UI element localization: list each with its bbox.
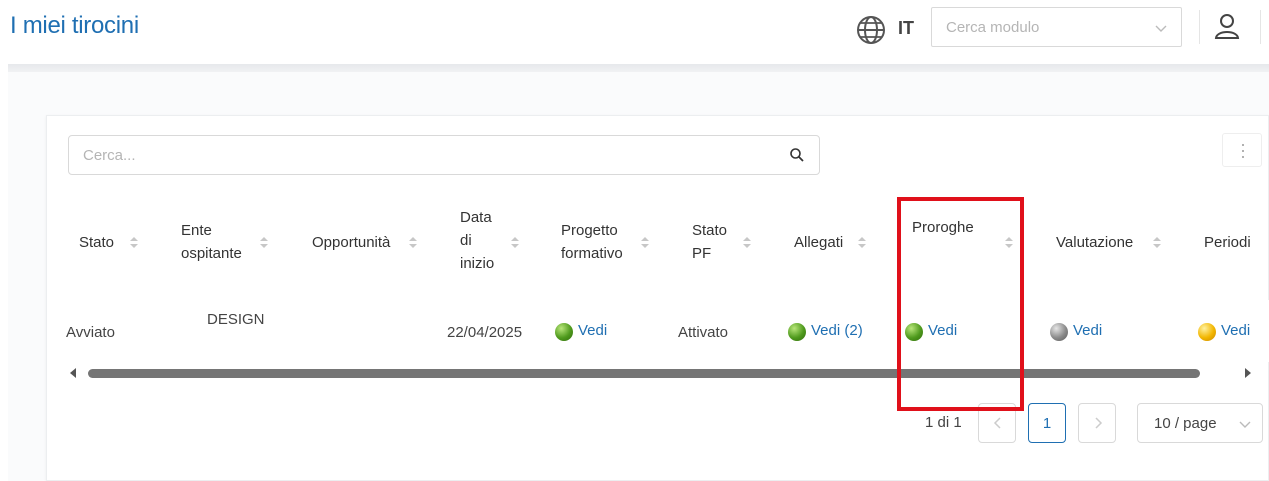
sort-icon[interactable] [640,236,650,250]
sort-icon[interactable] [259,236,269,250]
chevron-down-icon [1239,421,1251,428]
header-line: ospitante [181,245,242,262]
horizontal-scrollbar[interactable] [88,369,1200,378]
cell-ente: DESIGN [207,311,265,328]
divider [1199,10,1200,44]
column-header-data-inizio[interactable]: Data di inizio [460,206,494,275]
header-line: Progetto [561,222,618,239]
status-gray-icon [1050,323,1068,341]
chevron-down-icon [1155,25,1167,32]
valutazione-vedi-link[interactable]: Vedi [1073,322,1102,339]
progetto-vedi-link[interactable]: Vedi [578,322,607,339]
sort-icon[interactable] [129,236,139,250]
cell-stato-pf: Attivato [678,324,729,341]
header-line: Ente [181,222,212,239]
column-header-valutazione[interactable]: Valutazione [1056,231,1133,254]
page-1-button[interactable]: 1 [1028,403,1066,443]
sort-icon[interactable] [857,236,867,250]
page-title: I miei tirocini [10,12,139,39]
chevron-right-icon [1095,417,1103,429]
scroll-right-arrow-icon[interactable] [1245,368,1251,378]
header-line: Stato [692,222,728,239]
chevron-left-icon [993,417,1001,429]
search-icon[interactable] [789,147,805,163]
cell-data-inizio: 22/04/2025 [447,324,523,341]
page-number: 1 [1042,415,1052,432]
page-size-value: 10 / page [1154,415,1217,432]
allegati-vedi-link[interactable]: Vedi (2) [811,322,863,339]
dot [1242,144,1244,146]
search-placeholder: Cerca... [83,147,136,164]
cell-stato: Avviato [66,324,115,341]
periodi-vedi-link[interactable]: Vedi [1221,322,1250,339]
status-yellow-icon [1198,323,1216,341]
header-line: di [460,232,472,249]
header-line: inizio [460,255,495,272]
scroll-left-arrow-icon[interactable] [70,368,76,378]
column-header-stato-pf[interactable]: Stato PF [692,219,727,265]
column-header-ente-ospitante[interactable]: Ente ospitante [181,219,242,265]
page-size-select[interactable]: 10 / page [1137,403,1263,443]
sort-icon[interactable] [742,236,752,250]
column-header-stato[interactable]: Stato [79,231,114,254]
header-line: Data [460,209,492,226]
status-green-icon [555,323,573,341]
column-header-progetto-formativo[interactable]: Progetto formativo [561,219,623,265]
dot [1242,150,1244,152]
status-green-icon [788,323,806,341]
highlight-box [897,197,1024,411]
user-icon[interactable] [1212,12,1242,42]
divider [1260,10,1261,44]
module-search-placeholder: Cerca modulo [946,19,1040,36]
pagination-info: 1 di 1 [925,414,962,431]
sort-icon[interactable] [408,236,418,250]
dot [1242,156,1244,158]
column-header-allegati[interactable]: Allegati [794,231,843,254]
sort-icon[interactable] [510,236,520,250]
column-header-opportunita[interactable]: Opportunità [312,231,390,254]
search-input[interactable]: Cerca... [68,135,820,175]
column-header-periodi[interactable]: Periodi [1204,231,1251,254]
header-line: PF [692,245,712,262]
language-label[interactable]: IT [898,18,914,39]
more-options-button[interactable] [1222,133,1262,167]
next-page-button[interactable] [1078,403,1116,443]
top-bar: I miei tirocini IT Cerca modulo [0,0,1269,58]
globe-icon[interactable] [855,14,887,46]
header-line: formativo [561,245,623,262]
module-search-select[interactable]: Cerca modulo [931,7,1182,47]
sort-icon[interactable] [1152,236,1162,250]
